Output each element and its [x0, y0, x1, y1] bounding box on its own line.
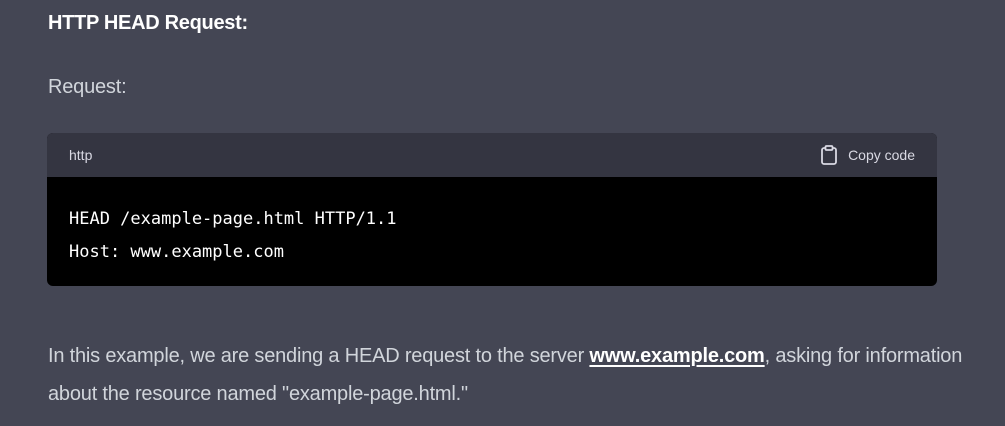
explanation-paragraph: In this example, we are sending a HEAD r… — [48, 337, 978, 413]
code-block-header: http Copy code — [47, 133, 937, 177]
code-line: Host: www.example.com — [69, 242, 284, 262]
code-line: HEAD /example-page.html HTTP/1.1 — [69, 209, 397, 229]
code-block: http Copy code HEAD /example-page.html H… — [47, 133, 937, 286]
code-body: HEAD /example-page.html HTTP/1.1 Host: ww… — [47, 177, 937, 269]
code-language-label: http — [69, 147, 93, 163]
request-label: Request: — [48, 76, 127, 98]
copy-code-label: Copy code — [848, 147, 915, 163]
example-com-link[interactable]: www.example.com — [589, 345, 764, 367]
section-heading: HTTP HEAD Request: — [48, 12, 248, 34]
clipboard-icon — [820, 145, 838, 165]
explanation-text-before: In this example, we are sending a HEAD r… — [48, 345, 590, 367]
copy-code-button[interactable]: Copy code — [820, 145, 915, 165]
